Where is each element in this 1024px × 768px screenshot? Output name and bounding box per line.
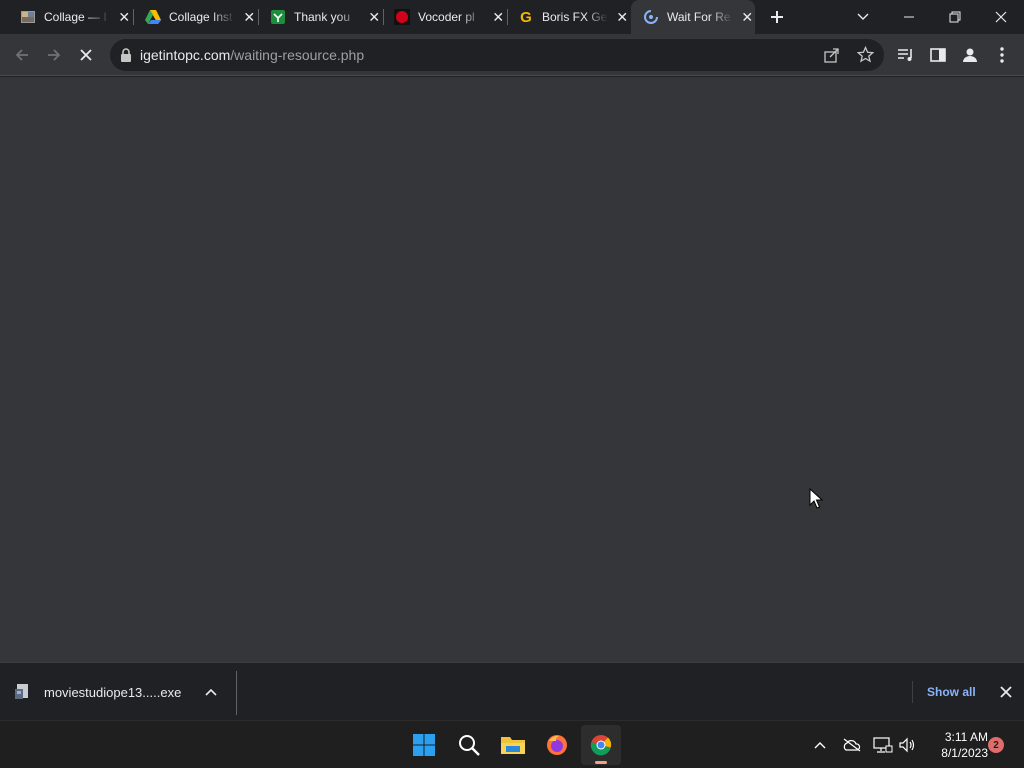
playlist-icon — [898, 49, 912, 61]
close-icon — [995, 11, 1007, 23]
close-window-button[interactable] — [978, 0, 1024, 34]
tab-title: Vocoder pl — [418, 10, 475, 24]
clock-date: 8/1/2023 — [941, 746, 988, 760]
tab-search-button[interactable] — [840, 0, 886, 34]
url-text[interactable]: igetintopc.com/waiting-resource.php — [140, 47, 364, 63]
tab-title: Thank you — [294, 10, 351, 24]
search-icon — [459, 735, 480, 756]
close-icon[interactable]: ✕ — [614, 9, 630, 25]
firefox-button[interactable] — [537, 725, 577, 765]
side-panel-button[interactable] — [924, 41, 952, 69]
minimize-icon — [904, 16, 914, 18]
search-button[interactable] — [449, 725, 489, 765]
minimize-button[interactable] — [886, 0, 932, 34]
download-bar: moviestudiope13.....exe Show all — [0, 662, 1024, 720]
arrow-right-icon — [48, 49, 61, 61]
chrome-button[interactable] — [581, 725, 621, 765]
address-bar[interactable]: igetintopc.com/waiting-resource.php — [110, 39, 884, 71]
speaker-icon — [899, 737, 915, 753]
download-item[interactable]: moviestudiope13.....exe — [14, 677, 217, 707]
mouse-cursor-icon — [809, 488, 823, 509]
chevron-down-icon — [857, 13, 869, 20]
active-indicator — [595, 761, 607, 764]
close-icon — [1000, 686, 1012, 698]
loading-spinner-icon — [643, 9, 659, 25]
notification-badge[interactable]: 2 — [988, 737, 1004, 753]
windows-taskbar: 3:11 AM 8/1/2023 2 — [0, 720, 1024, 768]
download-divider — [236, 671, 237, 715]
url-path: /waiting-resource.php — [230, 47, 365, 63]
firefox-icon — [547, 735, 567, 755]
arrow-left-icon — [15, 49, 28, 61]
close-icon[interactable]: ✕ — [739, 9, 755, 25]
close-download-bar-button[interactable] — [996, 682, 1016, 702]
file-explorer-button[interactable] — [493, 725, 533, 765]
tab-title: Boris FX Ge — [542, 10, 608, 24]
restore-button[interactable] — [932, 0, 978, 34]
tab-collage-inst[interactable]: Collage Inst ✕ — [125, 0, 257, 34]
close-icon — [80, 49, 92, 61]
menu-button[interactable] — [988, 41, 1016, 69]
tab-thank-you[interactable]: Thank you ✕ — [250, 0, 382, 34]
sheets-icon — [270, 9, 286, 25]
forward-button[interactable] — [40, 41, 68, 69]
profile-button[interactable] — [956, 41, 984, 69]
collage-favicon-icon — [20, 9, 36, 25]
cloud-offline-icon — [843, 738, 861, 752]
google-g-icon: G — [520, 8, 532, 26]
tab-title: Wait For Re — [667, 10, 731, 24]
google-drive-icon — [145, 9, 161, 25]
page-content[interactable] — [0, 77, 1024, 662]
chevron-up-icon[interactable] — [205, 688, 217, 696]
avatar-icon — [963, 48, 977, 62]
download-filename: moviestudiope13.....exe — [44, 684, 182, 700]
side-panel-icon — [930, 48, 946, 62]
chrome-icon — [590, 735, 612, 756]
tab-collage[interactable]: Collage — I ✕ — [0, 0, 132, 34]
media-control-button[interactable] — [892, 41, 920, 69]
tab-title: Collage — I — [44, 10, 107, 24]
onedrive-tray-icon[interactable] — [840, 733, 864, 757]
browser-toolbar: igetintopc.com/waiting-resource.php — [0, 34, 1024, 76]
windows-logo-icon — [413, 734, 435, 756]
system-clock[interactable]: 3:11 AM 8/1/2023 — [924, 729, 988, 761]
url-domain: igetintopc.com — [140, 47, 231, 63]
volume-tray-icon[interactable] — [895, 733, 919, 757]
show-all-button[interactable]: Show all — [912, 681, 990, 703]
kebab-menu-icon — [1000, 47, 1004, 63]
show-hidden-icons-button[interactable] — [808, 733, 832, 757]
tab-boris-fx[interactable]: G Boris FX Ge ✕ — [498, 0, 630, 34]
back-button[interactable] — [8, 41, 36, 69]
chevron-up-icon — [814, 742, 826, 749]
new-tab-button[interactable] — [766, 6, 788, 28]
tab-wait-for-resource[interactable]: Wait For Re ✕ — [631, 0, 755, 34]
bookmark-star-icon[interactable] — [857, 46, 874, 63]
network-icon — [873, 737, 893, 753]
tab-vocoder[interactable]: Vocoder pl ✕ — [374, 0, 506, 34]
start-button[interactable] — [404, 725, 444, 765]
network-tray-icon[interactable] — [871, 733, 895, 757]
share-icon[interactable] — [824, 47, 840, 63]
stop-loading-button[interactable] — [72, 41, 100, 69]
tab-strip: Collage — I ✕ Collage Inst ✕ Thank you ✕… — [0, 0, 1024, 34]
clock-time: 3:11 AM — [944, 730, 988, 744]
tab-title: Collage Inst — [169, 10, 233, 24]
installer-file-icon — [14, 683, 30, 701]
folder-icon — [501, 737, 525, 754]
lock-icon[interactable] — [120, 48, 132, 62]
restore-icon — [949, 11, 961, 23]
red-circle-icon — [394, 9, 410, 25]
